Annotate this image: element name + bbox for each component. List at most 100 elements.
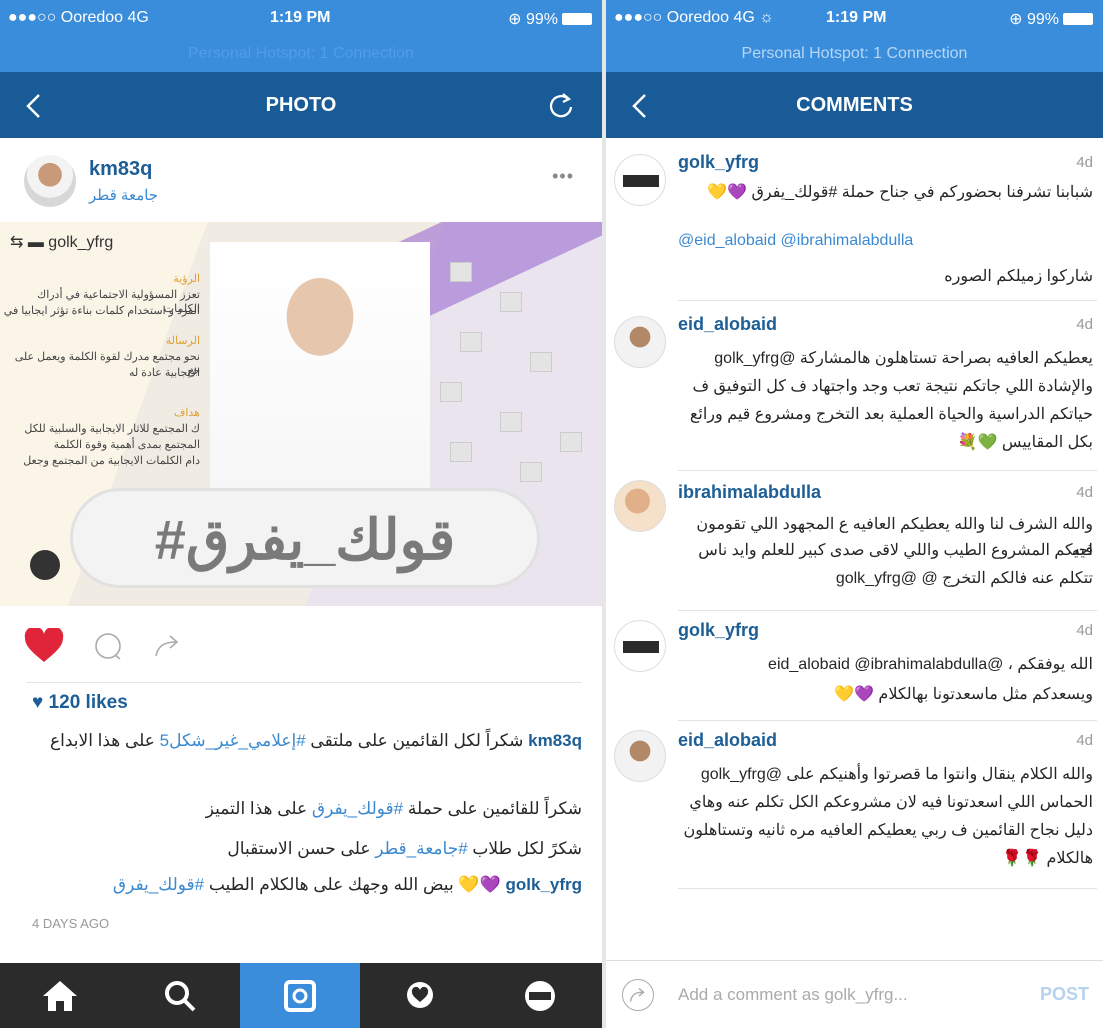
post-header: km83q جامعة قطر ••• — [0, 138, 602, 222]
comment-item: golk_yfrg 4d شبابنا تشرفنا بحضوركم في جن… — [606, 150, 1103, 301]
divider — [678, 610, 1097, 611]
wall-photo — [500, 292, 522, 312]
comment-username[interactable]: golk_yfrg — [678, 152, 759, 173]
tab-profile[interactable] — [480, 963, 600, 1028]
wall-photo — [450, 442, 472, 462]
avatar[interactable] — [614, 316, 666, 368]
tab-camera[interactable] — [240, 963, 360, 1028]
hotspot-banner[interactable]: Personal Hotspot: 1 Connection — [606, 36, 1103, 72]
comment-item: eid_alobaid 4d والله الكلام ينقال وانتوا… — [606, 728, 1103, 889]
comment-item: eid_alobaid 4d يعطيكم العافيه بصراحة تست… — [606, 312, 1103, 472]
wall-photo — [450, 262, 472, 282]
photo-screen: ●●●○○ Ooredoo 4G 1:19 PM ⊕ 99% Personal … — [0, 0, 602, 1028]
caption-username[interactable]: km83q — [528, 731, 582, 750]
comment-username[interactable]: eid_alobaid — [678, 314, 777, 335]
tab-home[interactable] — [0, 963, 120, 1028]
wall-photo — [440, 382, 462, 402]
hotspot-banner[interactable]: Personal Hotspot: 1 Connection — [0, 36, 602, 72]
tab-search[interactable] — [120, 963, 240, 1028]
repost-credit: ⇆ ▬ golk_yfrg — [10, 234, 114, 251]
avatar[interactable] — [614, 154, 666, 206]
avatar[interactable] — [614, 480, 666, 532]
avatar[interactable] — [24, 155, 76, 207]
comment-username[interactable]: eid_alobaid — [678, 730, 777, 751]
caption-username[interactable]: golk_yfrg — [505, 875, 582, 894]
clock: 1:19 PM — [270, 9, 331, 26]
poster-text: الفرد و استخدام كلمات بناءة تؤثر ايجابيا… — [3, 305, 200, 317]
avatar[interactable] — [614, 620, 666, 672]
caption-line: شكرً لكل طلاب #جامعة_قطر على حسن الاستقب… — [227, 839, 582, 858]
comments-screen: ●●●○○ Ooredoo 4G ☼ 1:19 PM ⊕ 99% Persona… — [606, 0, 1103, 1028]
poster-text: دام الكلمات الايجابية من المجتمع وجعل — [23, 455, 200, 467]
poster-heading: الرؤية — [173, 273, 200, 285]
comment-time: 4d — [1076, 622, 1093, 639]
poster-heading: الرسالة — [165, 335, 200, 347]
poster-text: المجتمع بمدى أهمية وقوة الكلمة — [53, 439, 200, 451]
home-icon — [43, 980, 77, 1011]
comment-text: والله الكلام ينقال وانتوا ما قصرتوا وأهن… — [700, 766, 1093, 783]
tab-activity[interactable] — [360, 963, 480, 1028]
comment-text: حياتكم الدراسية والحياة العملية بعد التخ… — [689, 406, 1093, 423]
hashtag-link[interactable]: #قولك_يفرق — [312, 799, 403, 818]
poster-text: الايجابية عادة له — [128, 367, 200, 379]
activity-icon — [407, 981, 433, 1008]
wall-photo — [560, 432, 582, 452]
comment-icon[interactable] — [93, 631, 123, 661]
comment-time: 4d — [1076, 316, 1093, 333]
post-photo[interactable]: ⇆ ▬ golk_yfrg الرؤية تعزز المسؤولية الاج… — [0, 222, 602, 606]
divider — [678, 300, 1097, 301]
comment-item: golk_yfrg 4d الله يوفقكم ، @eid_alobaid … — [606, 618, 1103, 721]
divider — [26, 682, 582, 683]
comment-composer: Add a comment as golk_yfrg... POST — [606, 960, 1103, 1028]
poster-text: ك المجتمع للاثار الايجابية والسلبية للكل — [24, 423, 200, 435]
camera-icon — [284, 979, 316, 1012]
caption-line: شكراً للقائمين على حملة #قولك_يفرق على ه… — [205, 799, 582, 818]
comment-text: شبابنا تشرفنا بحضوركم في جناح حملة #قولك… — [707, 184, 1093, 201]
comment-text: والإشادة اللي جاتكم نتيجة تعب وجد واجتها… — [692, 378, 1093, 395]
post-actions — [0, 606, 602, 690]
share-arrow-icon[interactable] — [622, 979, 654, 1011]
clock: 1:19 PM — [826, 9, 887, 26]
post-button[interactable]: POST — [1040, 984, 1089, 1005]
nav-bar: COMMENTS — [606, 72, 1103, 138]
refresh-icon[interactable] — [546, 90, 576, 120]
comment-text: احيكم المشروع الطيب واللي لاقى صدى كبير … — [698, 542, 1093, 559]
avatar[interactable] — [614, 730, 666, 782]
hashtag-link[interactable]: #جامعة_قطر — [375, 839, 467, 858]
comment-text: الله يوفقكم ، @eid_alobaid @ibrahimalabd… — [768, 656, 1093, 673]
likes-count[interactable]: ♥ 120 likes — [32, 692, 128, 714]
battery-icon — [1063, 13, 1093, 25]
divider — [678, 720, 1097, 721]
comment-text: بكل المقاييس 💚💐 — [957, 434, 1093, 451]
tab-bar — [0, 963, 602, 1028]
wall-photo — [530, 352, 552, 372]
hashtag-sign: #قولك_يفرق — [70, 488, 540, 588]
more-options-icon[interactable]: ••• — [552, 166, 574, 187]
page-title: COMMENTS — [796, 94, 913, 116]
battery: ⊕ 99% — [1009, 9, 1093, 29]
comment-item: ibrahimalabdulla 4d والله الشرف لنا والل… — [606, 480, 1103, 611]
caption-line: golk_yfrg 💜💛 بيض الله وجهك على هالكلام ا… — [112, 875, 582, 894]
comment-text: تتكلم عنه فالكم التخرج @ @golk_yfrg — [835, 570, 1093, 587]
comment-text: ويسعدكم مثل ماسعدتونا بهالكلام 💜💛 — [834, 686, 1093, 703]
divider — [678, 888, 1097, 889]
divider — [678, 470, 1097, 471]
share-icon[interactable] — [152, 628, 182, 660]
comment-time: 4d — [1076, 484, 1093, 501]
comment-username[interactable]: ibrahimalabdulla — [678, 482, 821, 503]
comment-text: الحماس اللي اسعدتونا فيه لان مشروعكم الك… — [689, 794, 1093, 811]
tagged-people-icon[interactable] — [30, 550, 60, 580]
comment-text: دليل نجاح القائمين ف ربي يعطيكم العافيه … — [683, 822, 1094, 839]
hashtag-link[interactable]: #إعلامي_غير_شكل5 — [160, 731, 306, 750]
comment-time: 4d — [1076, 732, 1093, 749]
post-username[interactable]: km83q — [89, 158, 152, 181]
comment-username[interactable]: golk_yfrg — [678, 620, 759, 641]
post-time: 4 DAYS AGO — [32, 916, 110, 931]
post-location[interactable]: جامعة قطر — [89, 186, 158, 204]
comment-time: 4d — [1076, 154, 1093, 171]
search-icon — [165, 980, 196, 1011]
comment-text: هالكلام 🌹🌹 — [1002, 850, 1093, 867]
hashtag-link[interactable]: #قولك_يفرق — [113, 875, 204, 894]
like-heart-icon[interactable] — [24, 628, 64, 664]
comment-mention[interactable]: @eid_alobaid @ibrahimalabdulla — [678, 228, 1093, 254]
